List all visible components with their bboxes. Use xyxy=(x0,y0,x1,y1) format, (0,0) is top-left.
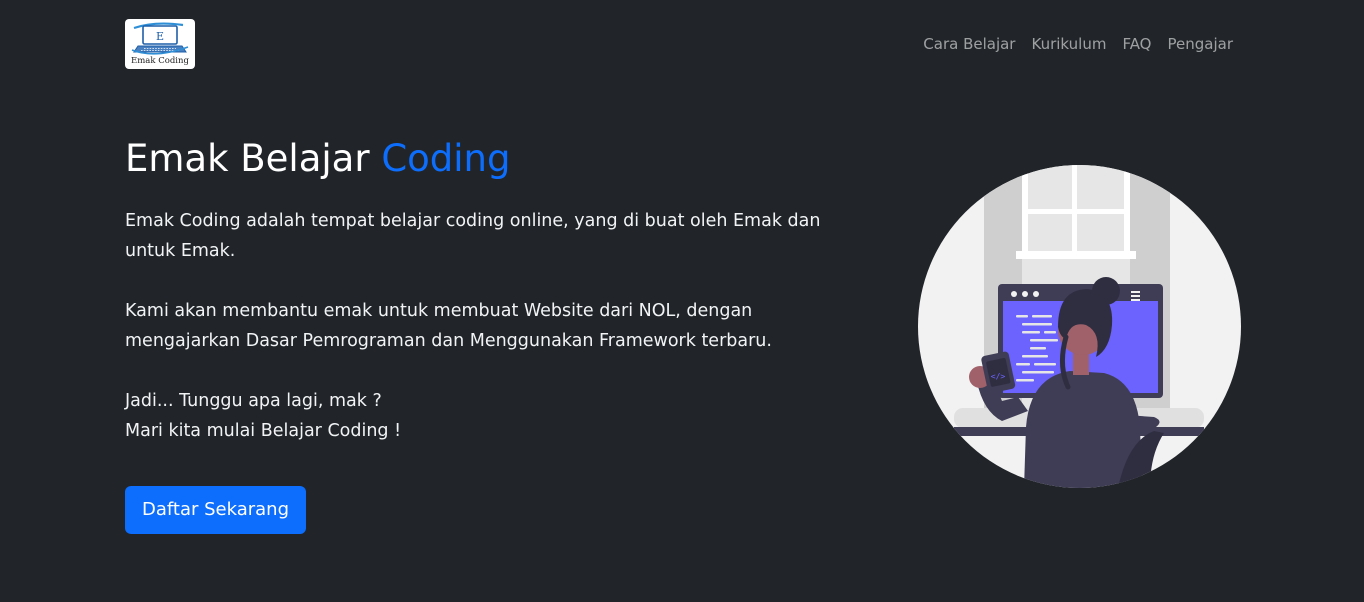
logo-text: Emak Coding xyxy=(131,56,189,66)
nav-menu: Cara Belajar Kurikulum FAQ Pengajar xyxy=(923,33,1233,55)
woman-coding-illustration: </> xyxy=(954,165,1204,488)
hero-title: Emak Belajar Coding xyxy=(125,134,511,184)
hero-call-line-2: Mari kita mulai Belajar Coding ! xyxy=(125,421,402,441)
hero-description: Emak Coding adalah tempat belajar coding… xyxy=(125,206,845,446)
brand-logo[interactable]: E Emak Coding xyxy=(125,19,195,69)
nav-link-kurikulum[interactable]: Kurikulum xyxy=(1031,33,1106,55)
hero-paragraph-intro: Emak Coding adalah tempat belajar coding… xyxy=(125,211,821,261)
svg-text:E: E xyxy=(156,30,164,43)
hero-illustration: </> xyxy=(918,165,1241,488)
hero-call-line-1: Jadi... Tunggu apa lagi, mak ? xyxy=(125,391,382,411)
nav-link-faq[interactable]: FAQ xyxy=(1122,33,1151,55)
svg-text:</>: </> xyxy=(991,372,1006,381)
hero-paragraph-call: Jadi... Tunggu apa lagi, mak ? Mari kita … xyxy=(125,386,845,446)
nav-link-cara-belajar[interactable]: Cara Belajar xyxy=(923,33,1015,55)
nav-link-pengajar[interactable]: Pengajar xyxy=(1168,33,1234,55)
hero-paragraph-mission: Kami akan membantu emak untuk membuat We… xyxy=(125,301,772,351)
navbar: E Emak Coding Cara Belajar Kurikulum FAQ… xyxy=(0,0,1364,88)
hero-title-main: Emak Belajar xyxy=(125,137,382,180)
register-button[interactable]: Daftar Sekarang xyxy=(125,486,306,534)
hero-title-highlight: Coding xyxy=(381,137,511,180)
